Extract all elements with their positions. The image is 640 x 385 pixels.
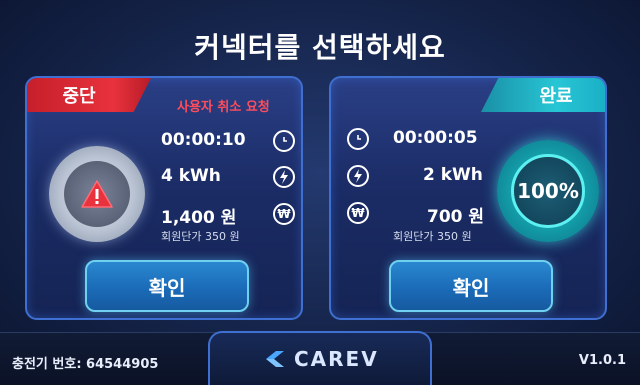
progress-value: 100% [511, 154, 585, 228]
clock-icon [273, 130, 295, 152]
won-icon: ₩ [273, 203, 295, 225]
charge-energy: 2 kWh [423, 165, 483, 185]
lightning-icon [273, 166, 295, 188]
page-title: 커넥터를 선택하세요 [194, 31, 446, 64]
status-badge-label: 완료 [539, 86, 573, 107]
progress-gauge: 100% [497, 140, 599, 242]
connector-panel-left[interactable]: 중단 사용자 취소 요청 00:00:10 4 kWh 1,400 원 ₩ 회원… [25, 76, 303, 320]
warning-icon [81, 180, 113, 208]
status-badge-label: 중단 [62, 86, 96, 107]
logo-mark-icon [266, 351, 284, 367]
warning-gauge [49, 146, 145, 242]
unit-price: 회원단가 350 원 [393, 230, 472, 243]
brand-name: CAREV [294, 347, 379, 371]
charger-number: 충전기 번호: 64544905 [12, 357, 159, 372]
confirm-button-right[interactable]: 확인 [389, 260, 553, 312]
status-badge-complete: 완료 [481, 78, 605, 112]
status-badge-stopped: 중단 [27, 78, 151, 112]
lightning-icon [347, 165, 369, 187]
charge-amount: 700 원 [427, 207, 485, 227]
charge-time: 00:00:05 [393, 128, 478, 148]
app-version: V1.0.1 [578, 353, 626, 368]
footer-bar: 충전기 번호: 64544905 CAREV V1.0.1 [0, 331, 640, 385]
won-icon: ₩ [347, 202, 369, 224]
cancel-request-text: 사용자 취소 요청 [177, 100, 270, 115]
charge-time: 00:00:10 [161, 130, 246, 150]
brand-logo: CAREV [262, 347, 379, 371]
confirm-button-left[interactable]: 확인 [85, 260, 249, 312]
clock-icon [347, 128, 369, 150]
charge-amount: 1,400 원 [161, 208, 237, 228]
connector-panel-right[interactable]: 완료 00:00:05 2 kWh ₩ 700 원 회원단가 350 원 100… [329, 76, 607, 320]
unit-price: 회원단가 350 원 [161, 230, 240, 243]
charge-energy: 4 kWh [161, 166, 221, 186]
